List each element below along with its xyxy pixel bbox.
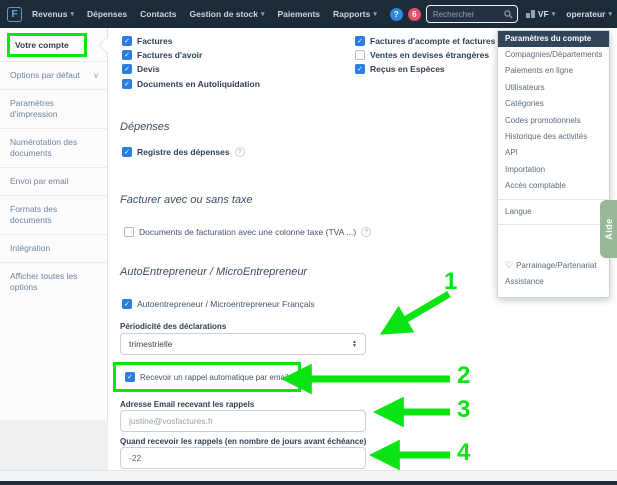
top-navbar: F Revenus ▾ Dépenses Contacts Gestion de… <box>0 0 617 28</box>
sidebar-item-numerotation-documents[interactable]: Numérotation des documents <box>0 128 107 167</box>
section-title-taxe: Facturer avec ou sans taxe <box>120 194 253 206</box>
checkbox-factures-avoir[interactable]: Factures d'avoir <box>122 50 202 60</box>
nav-item-contacts[interactable]: Contacts <box>140 9 176 19</box>
section-title-depenses: Dépenses <box>120 121 170 133</box>
app-logo[interactable]: F <box>7 6 22 22</box>
help-icon[interactable] <box>389 7 403 21</box>
chevron-down-icon: ▾ <box>70 11 74 18</box>
dropdown-item-api[interactable]: API <box>498 145 609 161</box>
email-rappels-label: Adresse Email recevant les rappels <box>120 400 255 409</box>
dropdown-item-codes-promotionnels[interactable]: Codes promotionnels <box>498 113 609 129</box>
checkbox-checked-icon[interactable] <box>355 36 365 46</box>
dropdown-item-importation[interactable]: Importation <box>498 162 609 178</box>
company-switcher[interactable]: VF ▾ <box>525 9 556 19</box>
search-box[interactable] <box>425 5 518 23</box>
dropdown-item-parrainage-partenariat[interactable]: ♡ Parrainage/Partenariat <box>498 257 609 274</box>
user-menu[interactable]: operateur ▾ <box>566 9 612 19</box>
checkbox-ventes-devises[interactable]: Ventes en devises étrangères <box>355 50 489 60</box>
checkbox-checked-icon[interactable] <box>122 79 132 89</box>
checkbox-checked-icon[interactable] <box>122 64 132 74</box>
delai-rappels-label: Quand recevoir les rappels (en nombre de… <box>120 437 367 446</box>
sidebar-item-envoi-par-email[interactable]: Envoi par email <box>0 167 107 195</box>
checkbox-checked-icon[interactable] <box>125 372 135 382</box>
dropdown-item-paiements-en-ligne[interactable]: Paiements en ligne <box>498 63 609 79</box>
dropdown-item-categories[interactable]: Catégories <box>498 96 609 112</box>
help-icon[interactable] <box>361 227 372 237</box>
checkbox-colonne-taxe[interactable]: Documents de facturation avec une colonn… <box>124 227 372 237</box>
checkbox-documents-autoliquidation[interactable]: Documents en Autoliquidation <box>122 79 260 89</box>
heart-icon: ♡ <box>505 260 514 271</box>
select-spinner-icon: ▲ ▼ <box>352 339 357 349</box>
checkbox-checked-icon[interactable] <box>355 64 365 74</box>
sidebar-item-votre-compte[interactable]: Votre compte <box>7 33 87 57</box>
bottom-bar <box>0 481 617 485</box>
sidebar-item-afficher-toutes-options[interactable]: Afficher toutes les options <box>0 262 107 301</box>
delai-rappels-field-wrap <box>120 447 366 469</box>
checkbox-devis[interactable]: Devis <box>122 64 160 74</box>
checkbox-checked-icon[interactable] <box>122 147 132 157</box>
checkbox-checked-icon[interactable] <box>122 299 132 309</box>
search-icon <box>504 9 513 19</box>
checkbox-unchecked-icon[interactable] <box>355 50 365 60</box>
dropdown-item-parametres-du-compte[interactable]: Paramètres du compte <box>498 31 609 47</box>
checkbox-recus-especes[interactable]: Reçus en Espèces <box>355 64 445 74</box>
dropdown-item-langue[interactable]: Langue <box>498 204 609 220</box>
chevron-down-icon: ▾ <box>261 11 265 18</box>
nav-item-paiements[interactable]: Paiements <box>278 9 321 19</box>
periodicite-label: Périodicité des déclarations <box>120 322 227 331</box>
notification-badge[interactable]: 6 <box>407 7 421 21</box>
chevron-down-icon: ∨ <box>93 71 99 80</box>
checkbox-registre-depenses[interactable]: Registre des dépenses <box>122 147 245 157</box>
chevron-down-icon: ▾ <box>551 11 556 18</box>
dropdown-item-utilisateurs[interactable]: Utilisateurs <box>498 80 609 96</box>
nav-item-gestion-de-stock[interactable]: Gestion de stock ▾ <box>190 9 265 19</box>
checkbox-unchecked-icon[interactable] <box>124 227 134 237</box>
periodicite-select[interactable]: trimestrielle ▲ ▼ <box>120 333 366 355</box>
checkbox-rappel-email[interactable]: Recevoir un rappel automatique par email <box>140 373 289 382</box>
section-title-autoentrepreneur: AutoEntrepreneur / MicroEntrepreneur <box>120 266 308 278</box>
nav-item-rapports[interactable]: Rapports ▾ <box>333 9 377 19</box>
menu-divider <box>498 198 609 200</box>
sidebar-item-formats-documents[interactable]: Formats des documents <box>0 195 107 234</box>
settings-dropdown-menu: Paramètres du compte Compagnies/Départem… <box>497 30 610 298</box>
search-input[interactable] <box>432 9 504 19</box>
dropdown-item-historique-activites[interactable]: Historique des activités <box>498 129 609 145</box>
checkbox-autoentrepreneur[interactable]: Autoentrepreneur / Microentrepreneur Fra… <box>122 299 315 309</box>
chevron-down-icon: ▾ <box>373 11 377 18</box>
nav-item-revenus[interactable]: Revenus ▾ <box>32 9 74 19</box>
dropdown-item-compagnies-departements[interactable]: Compagnies/Départements <box>498 47 609 63</box>
sidebar-item-parametres-impression[interactable]: Paramètres d'impression <box>0 89 107 128</box>
checkbox-factures[interactable]: Factures <box>122 36 172 46</box>
email-rappels-input[interactable] <box>129 416 357 426</box>
sidebar-item-options-par-defaut[interactable]: Options par défaut ∨ <box>0 61 107 89</box>
settings-sidebar: Votre compte Options par défaut ∨ Paramè… <box>0 28 108 420</box>
rappel-annotation-box: Recevoir un rappel automatique par email <box>113 362 301 392</box>
delai-rappels-input[interactable] <box>129 453 357 463</box>
checkbox-checked-icon[interactable] <box>122 50 132 60</box>
chevron-down-icon: ▾ <box>608 11 612 18</box>
menu-spacer <box>498 229 609 257</box>
sidebar-item-integration[interactable]: Intégration <box>0 234 107 262</box>
checkbox-checked-icon[interactable] <box>122 36 132 46</box>
email-rappels-field-wrap <box>120 410 366 432</box>
building-icon <box>525 10 535 18</box>
help-icon[interactable] <box>234 147 245 157</box>
dropdown-item-acces-comptable[interactable]: Accès comptable <box>498 178 609 194</box>
menu-divider <box>498 224 609 226</box>
nav-item-depenses[interactable]: Dépenses <box>87 9 127 19</box>
footer-strip <box>0 470 617 481</box>
aide-tab[interactable]: Aide <box>600 200 617 258</box>
dropdown-item-assistance[interactable]: Assistance <box>498 274 609 290</box>
